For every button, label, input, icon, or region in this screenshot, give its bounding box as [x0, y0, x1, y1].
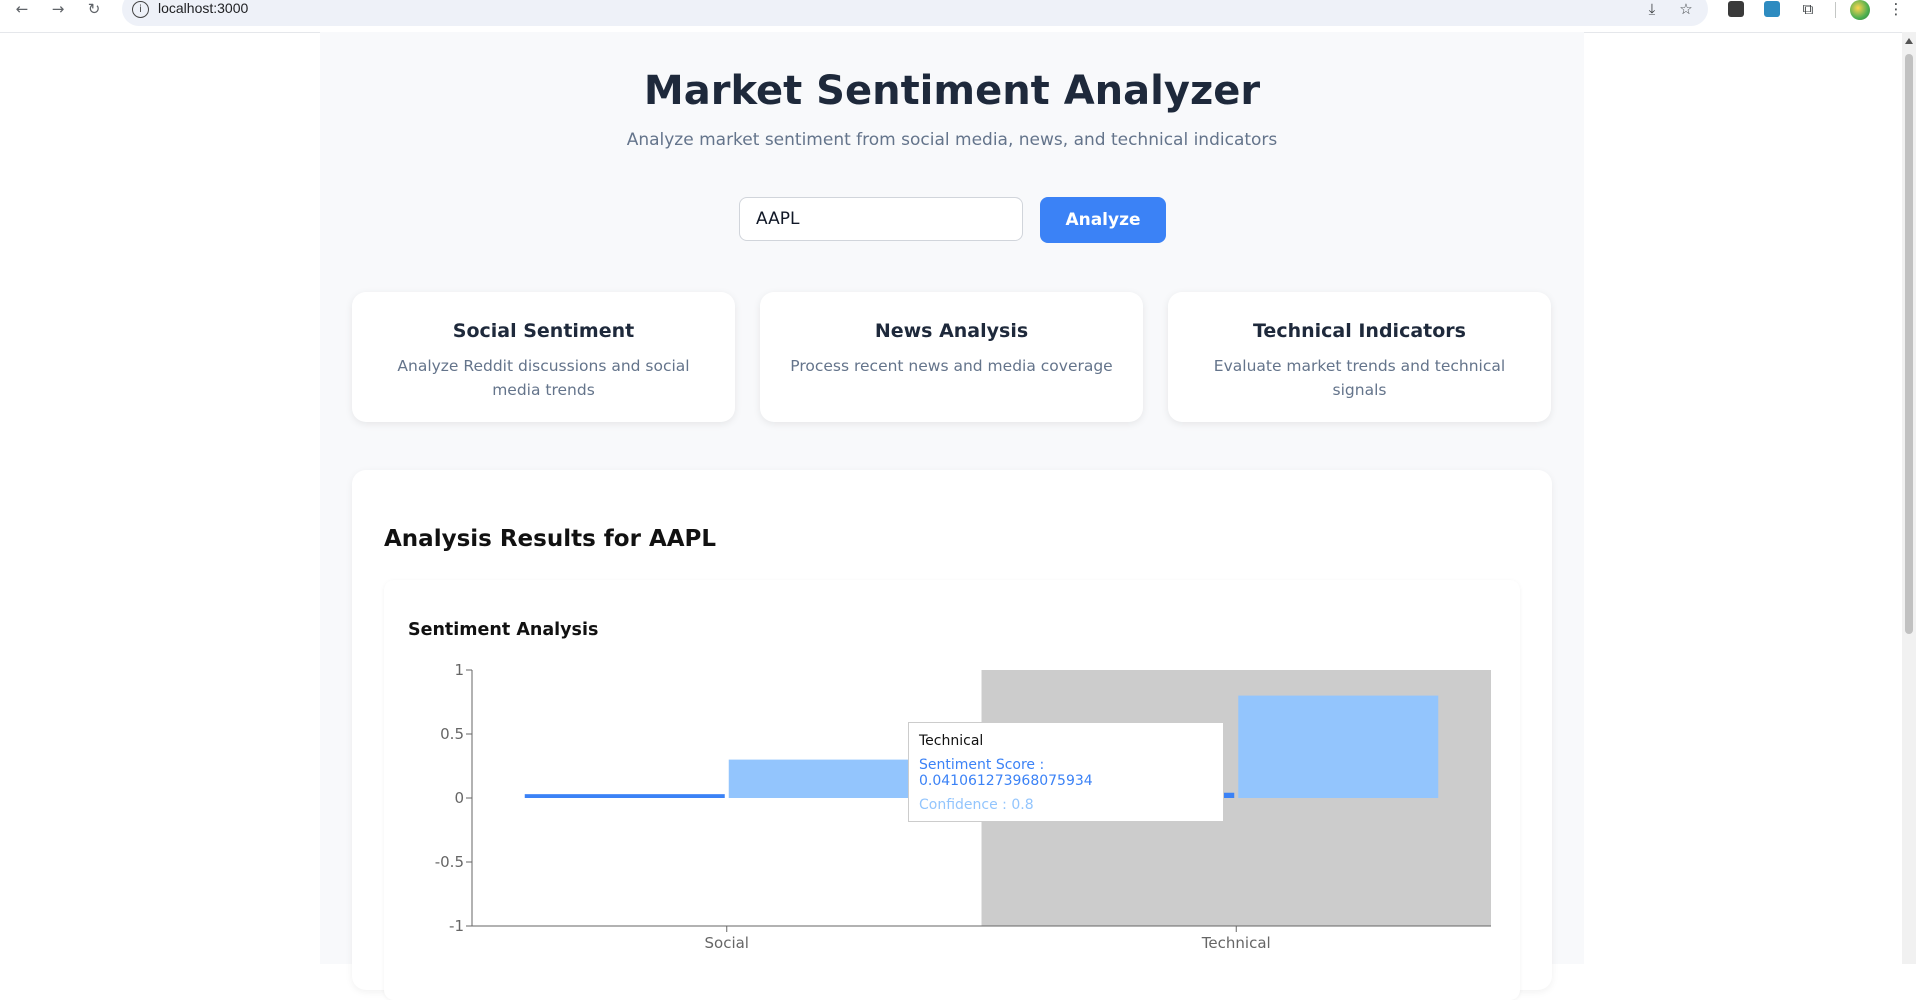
chart-tooltip: Technical Sentiment Score : 0.0410612739…	[908, 722, 1224, 822]
bar-confidence-technical	[1238, 695, 1439, 798]
tooltip-label: Technical	[919, 733, 984, 749]
y-tick-label: -1	[449, 917, 464, 935]
y-tick-label: 1	[454, 661, 464, 679]
tooltip-confidence: Confidence : 0.8	[919, 797, 1034, 813]
bar-sentiment-score-social	[524, 794, 725, 798]
y-tick-label: -0.5	[435, 853, 464, 871]
scrollbar-thumb[interactable]	[1905, 54, 1913, 634]
y-tick-label: 0.5	[440, 725, 464, 743]
scroll-up-arrow-icon[interactable]	[1905, 38, 1913, 44]
y-tick-label: 0	[454, 789, 464, 807]
x-tick-label: Technical	[1201, 934, 1271, 952]
tooltip-score: Sentiment Score : 0.041061273968075934	[919, 757, 1093, 789]
bar-confidence-social	[728, 759, 929, 798]
page-scrollbar[interactable]	[1902, 32, 1916, 964]
x-tick-label: Social	[705, 934, 749, 952]
